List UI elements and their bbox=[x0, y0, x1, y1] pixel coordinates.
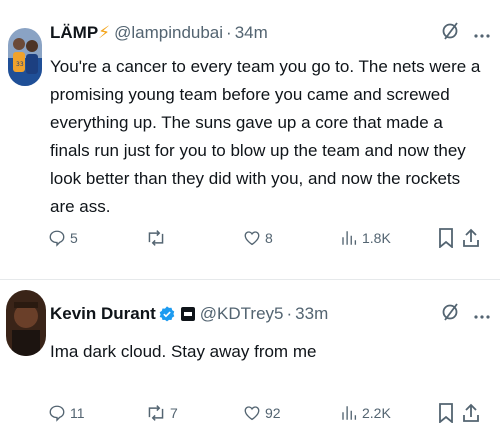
like-icon bbox=[244, 231, 260, 246]
grok-icon[interactable] bbox=[442, 21, 460, 45]
views-button[interactable]: 2.2K bbox=[340, 401, 391, 425]
separator: · bbox=[286, 304, 293, 323]
action-bar: 5 8 1.8K bbox=[48, 226, 488, 250]
views-icon bbox=[342, 231, 357, 245]
bookmark-button[interactable] bbox=[438, 401, 454, 425]
timestamp[interactable]: 33m bbox=[295, 304, 328, 324]
share-icon bbox=[463, 403, 479, 422]
reply-icon bbox=[49, 230, 65, 247]
tweet[interactable]: Kevin Durant @KDTrey5 · 33m Ima dark clo… bbox=[0, 286, 500, 440]
bolt-emoji: ⚡ bbox=[98, 23, 111, 42]
handle[interactable]: @KDTrey5 bbox=[200, 304, 284, 324]
reply-icon bbox=[49, 405, 65, 422]
like-button[interactable]: 92 bbox=[243, 401, 281, 425]
like-count: 92 bbox=[265, 405, 281, 421]
action-bar: 11 7 92 2.2K bbox=[48, 401, 488, 425]
share-icon bbox=[463, 228, 479, 247]
display-name[interactable]: Kevin Durant bbox=[50, 304, 156, 324]
grok-icon[interactable] bbox=[442, 302, 460, 326]
tweet-header: Kevin Durant @KDTrey5 · 33m bbox=[50, 302, 490, 326]
reply-count: 11 bbox=[70, 405, 85, 421]
view-count: 2.2K bbox=[362, 405, 391, 421]
separator: · bbox=[226, 23, 232, 42]
reply-button[interactable]: 5 bbox=[48, 226, 78, 250]
reply-button[interactable]: 11 bbox=[48, 401, 85, 425]
repost-button[interactable] bbox=[146, 226, 170, 250]
views-icon bbox=[342, 406, 357, 420]
like-icon bbox=[244, 406, 260, 421]
tweet-header: LÄMP ⚡ @lampindubai · 34m bbox=[50, 21, 490, 45]
tweet-text: You're a cancer to every team you go to.… bbox=[50, 57, 481, 216]
more-icon[interactable] bbox=[474, 304, 490, 324]
tweet-text: Ima dark cloud. Stay away from me bbox=[50, 342, 317, 361]
header-actions bbox=[442, 21, 490, 45]
handle[interactable]: @lampindubai bbox=[114, 23, 223, 43]
svg-text:33: 33 bbox=[16, 61, 24, 68]
tweet[interactable]: 33 LÄMP ⚡ @lampindubai · 34m You're a ca… bbox=[0, 0, 500, 272]
share-button[interactable] bbox=[462, 401, 480, 425]
timestamp[interactable]: 34m bbox=[235, 23, 268, 43]
verified-badge-icon bbox=[158, 305, 176, 323]
bookmark-button[interactable] bbox=[438, 226, 454, 250]
avatar[interactable]: 33 bbox=[8, 28, 42, 86]
reply-count: 5 bbox=[70, 230, 78, 246]
like-button[interactable]: 8 bbox=[243, 226, 273, 250]
view-count: 1.8K bbox=[362, 230, 391, 246]
affiliate-badge-icon bbox=[180, 306, 196, 322]
repost-icon bbox=[148, 230, 164, 246]
repost-button[interactable]: 7 bbox=[146, 401, 178, 425]
repost-count: 7 bbox=[170, 405, 178, 421]
like-count: 8 bbox=[265, 230, 273, 246]
avatar[interactable] bbox=[6, 290, 46, 356]
bookmark-icon bbox=[439, 228, 453, 248]
bookmark-icon bbox=[439, 403, 453, 423]
header-actions bbox=[442, 302, 490, 326]
divider bbox=[0, 279, 500, 280]
more-icon[interactable] bbox=[474, 23, 490, 43]
views-button[interactable]: 1.8K bbox=[340, 226, 391, 250]
share-button[interactable] bbox=[462, 226, 480, 250]
display-name[interactable]: LÄMP bbox=[50, 23, 98, 43]
repost-icon bbox=[148, 405, 164, 421]
